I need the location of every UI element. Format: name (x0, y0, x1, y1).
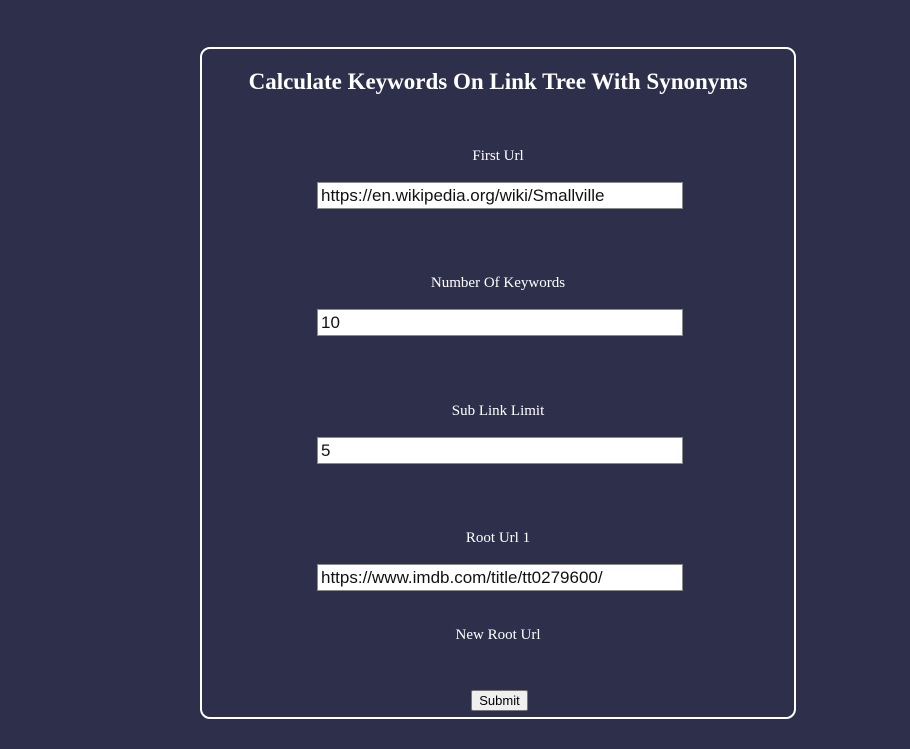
number-of-keywords-label: Number Of Keywords (430, 275, 566, 291)
first-url-input[interactable] (317, 182, 683, 209)
sub-link-limit-label: Sub Link Limit (451, 403, 545, 419)
submit-button[interactable]: Submit (471, 690, 528, 711)
root-url-1-input[interactable] (317, 564, 683, 591)
number-of-keywords-input[interactable] (317, 309, 683, 336)
form-panel: Calculate Keywords On Link Tree With Syn… (200, 47, 796, 719)
sub-link-limit-input[interactable] (317, 437, 683, 464)
new-root-url-link[interactable]: New Root Url (202, 627, 794, 644)
root-url-1-label: Root Url 1 (465, 530, 531, 546)
form-title: Calculate Keywords On Link Tree With Syn… (248, 69, 748, 94)
first-url-label: First Url (472, 148, 524, 164)
